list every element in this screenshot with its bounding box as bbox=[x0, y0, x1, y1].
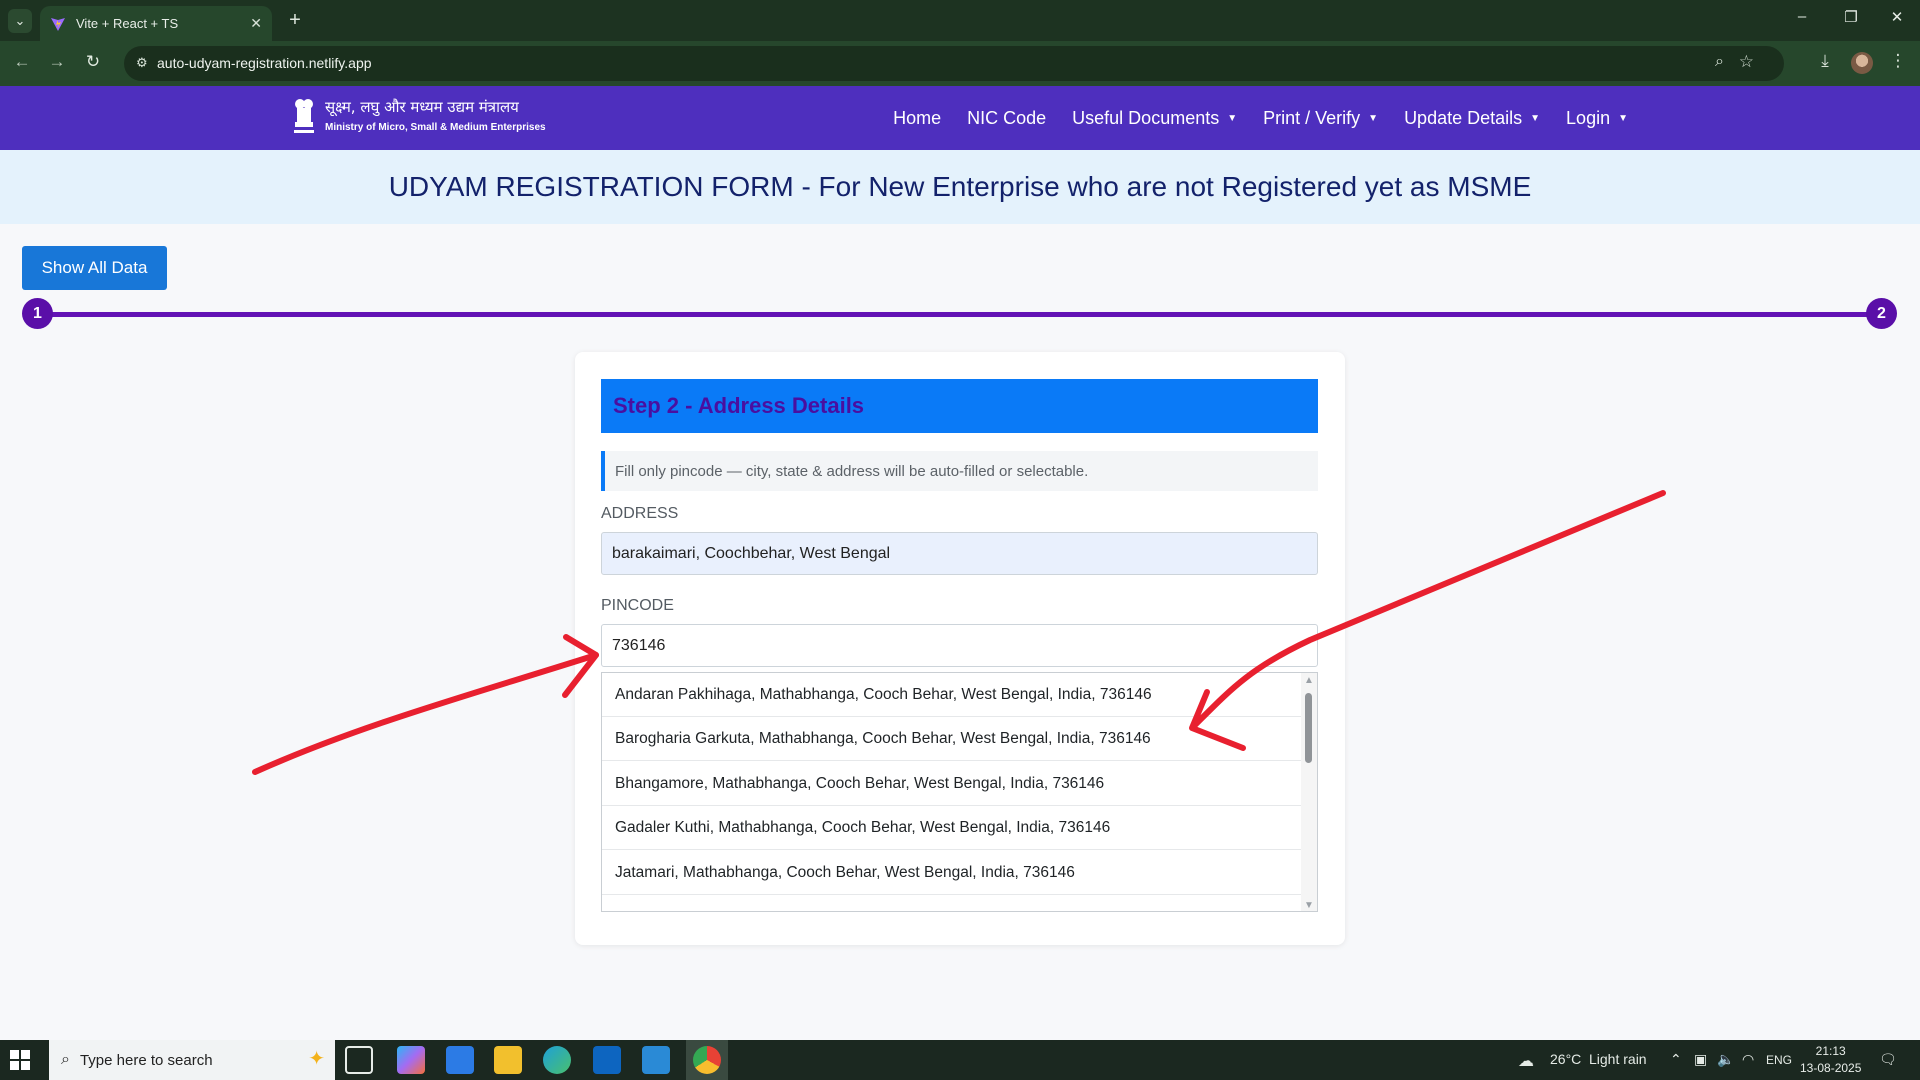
site-header: सूक्ष्म, लघु और मध्यम उद्यम मंत्रालय Min… bbox=[0, 86, 1920, 150]
search-icon: ⌕ bbox=[61, 1051, 70, 1068]
show-all-data-button[interactable]: Show All Data bbox=[22, 246, 167, 290]
step-1-indicator[interactable]: 1 bbox=[22, 298, 53, 329]
taskbar-search[interactable]: ⌕ Type here to search ✦ bbox=[49, 1040, 335, 1080]
main-nav: Home NIC Code Useful Documents ▼ Print / … bbox=[893, 86, 1628, 150]
volume-icon[interactable]: 🔈 bbox=[1717, 1051, 1734, 1068]
notification-icon[interactable]: 🗨 bbox=[1879, 1051, 1897, 1068]
browser-tabstrip: ⌄ Vite + React + TS ✕ + – ❐ ✕ bbox=[0, 0, 1920, 41]
close-window-button[interactable]: ✕ bbox=[1882, 8, 1912, 26]
windows-start-icon[interactable] bbox=[10, 1050, 30, 1070]
clock[interactable]: 21:13 13-08-2025 bbox=[1800, 1043, 1861, 1077]
bookmark-star-icon[interactable]: ☆ bbox=[1739, 52, 1754, 72]
scroll-down-icon[interactable]: ▼ bbox=[1304, 900, 1314, 911]
site-info-icon[interactable]: ⚙ bbox=[136, 55, 148, 71]
step-title: Step 2 - Address Details bbox=[613, 393, 865, 418]
vscode-icon[interactable] bbox=[642, 1046, 670, 1074]
nav-update-details[interactable]: Update Details ▼ bbox=[1404, 108, 1540, 129]
copilot-icon[interactable] bbox=[397, 1046, 425, 1074]
forward-arrow-icon[interactable]: → bbox=[45, 52, 69, 72]
step-progress-bar bbox=[38, 312, 1884, 317]
nav-useful-documents-label: Useful Documents bbox=[1072, 107, 1220, 128]
weather-temp[interactable]: 26°C bbox=[1550, 1051, 1581, 1067]
nav-nic-code[interactable]: NIC Code bbox=[967, 108, 1046, 129]
nav-print-verify[interactable]: Print / Verify ▼ bbox=[1263, 108, 1378, 129]
menu-kebab-icon[interactable]: ⋮ bbox=[1885, 51, 1911, 71]
url-text: auto-udyam-registration.netlify.app bbox=[157, 55, 372, 71]
tab-close-icon[interactable]: ✕ bbox=[250, 15, 262, 32]
nav-login[interactable]: Login ▼ bbox=[1566, 108, 1628, 129]
browser-toolbar: ← → ↻ ⚙ auto-udyam-registration.netlify.… bbox=[0, 41, 1920, 86]
back-arrow-icon[interactable]: ← bbox=[10, 52, 34, 72]
suggestion-option[interactable]: Gadaler Kuthi, Mathabhanga, Cooch Behar,… bbox=[602, 806, 1302, 850]
form-hint: Fill only pincode — city, state & addres… bbox=[601, 451, 1318, 491]
tab-title: Vite + React + TS bbox=[76, 16, 179, 31]
weather-desc[interactable]: Light rain bbox=[1589, 1051, 1647, 1067]
pincode-field[interactable]: 736146 bbox=[601, 624, 1318, 667]
step-2-indicator[interactable]: 2 bbox=[1866, 298, 1897, 329]
national-emblem-icon bbox=[294, 99, 314, 133]
nav-print-verify-label: Print / Verify bbox=[1263, 107, 1361, 128]
sparkle-icon: ✦ bbox=[308, 1048, 325, 1070]
edge-icon[interactable] bbox=[543, 1046, 571, 1074]
nav-home-label: Home bbox=[893, 107, 942, 128]
meet-now-icon[interactable]: ▣ bbox=[1694, 1051, 1707, 1068]
clock-time: 21:13 bbox=[1815, 1044, 1846, 1058]
nav-update-details-label: Update Details bbox=[1404, 107, 1523, 128]
suggestion-option[interactable]: Jatamari, Mathabhanga, Cooch Behar, West… bbox=[602, 851, 1302, 895]
caret-down-icon: ▼ bbox=[1530, 112, 1541, 124]
browser-tab[interactable]: Vite + React + TS ✕ bbox=[40, 6, 272, 41]
nav-login-label: Login bbox=[1566, 107, 1611, 128]
zoom-icon[interactable]: ⌕ bbox=[1715, 53, 1724, 71]
dropdown-scrollbar[interactable]: ▲ ▼ bbox=[1301, 673, 1317, 911]
caret-down-icon: ▼ bbox=[1368, 112, 1379, 124]
file-explorer-icon[interactable] bbox=[494, 1046, 522, 1074]
profile-avatar[interactable] bbox=[1851, 52, 1873, 74]
reload-icon[interactable]: ↻ bbox=[81, 52, 105, 72]
nav-home[interactable]: Home bbox=[893, 108, 941, 129]
windows-taskbar: ⌕ Type here to search ✦ ☁ 26°C Light rai… bbox=[0, 1040, 1920, 1080]
wifi-icon[interactable]: ◠ bbox=[1742, 1051, 1754, 1068]
annotation-arrow-left bbox=[252, 652, 599, 775]
address-field[interactable]: barakaimari, Coochbehar, West Bengal bbox=[601, 532, 1318, 575]
ministry-logo-hindi: सूक्ष्म, लघु और मध्यम उद्यम मंत्रालय bbox=[325, 98, 519, 116]
address-label: ADDRESS bbox=[601, 505, 679, 522]
page-title: UDYAM REGISTRATION FORM - For New Enterp… bbox=[388, 171, 1532, 202]
minimize-button[interactable]: – bbox=[1787, 8, 1817, 25]
nav-nic-code-label: NIC Code bbox=[967, 107, 1047, 128]
address-bar[interactable]: ⚙ auto-udyam-registration.netlify.app ⌕ … bbox=[124, 46, 1784, 81]
task-view-icon[interactable] bbox=[345, 1046, 373, 1074]
tray-chevron-icon[interactable]: ⌃ bbox=[1670, 1051, 1682, 1068]
vite-favicon-icon bbox=[51, 17, 65, 31]
caret-down-icon: ▼ bbox=[1227, 112, 1238, 124]
pincode-suggestions-dropdown[interactable]: Andaran Pakhihaga, Mathabhanga, Cooch Be… bbox=[601, 672, 1318, 912]
nav-useful-documents[interactable]: Useful Documents ▼ bbox=[1072, 108, 1237, 129]
suggestion-option[interactable]: Bhangamore, Mathabhanga, Cooch Behar, We… bbox=[602, 762, 1302, 806]
suggestion-option[interactable]: Barogharia Garkuta, Mathabhanga, Cooch B… bbox=[602, 717, 1302, 761]
taskbar-search-placeholder: Type here to search bbox=[79, 1051, 213, 1069]
suggestion-option[interactable]: Andaran Pakhihaga, Mathabhanga, Cooch Be… bbox=[602, 673, 1302, 717]
restore-button[interactable]: ❐ bbox=[1836, 8, 1866, 26]
language-indicator[interactable]: ENG bbox=[1766, 1053, 1792, 1067]
new-tab-button[interactable]: + bbox=[283, 9, 307, 32]
scroll-thumb[interactable] bbox=[1305, 693, 1312, 763]
ministry-logo-english: Ministry of Micro, Small & Medium Enterp… bbox=[325, 122, 546, 133]
chrome-icon[interactable] bbox=[693, 1046, 721, 1074]
step-header: Step 2 - Address Details bbox=[601, 379, 1318, 433]
weather-cloud-icon[interactable]: ☁ bbox=[1518, 1051, 1534, 1071]
pincode-label: PINCODE bbox=[601, 597, 674, 614]
suggestion-option-partial[interactable] bbox=[602, 895, 1302, 911]
caret-down-icon: ▼ bbox=[1618, 112, 1628, 124]
download-icon[interactable]: ⤓ bbox=[1812, 51, 1838, 71]
outlook-icon[interactable] bbox=[593, 1046, 621, 1074]
clock-date: 13-08-2025 bbox=[1800, 1061, 1862, 1075]
tab-search-chevron-icon[interactable]: ⌄ bbox=[8, 9, 32, 33]
form-banner: UDYAM REGISTRATION FORM - For New Enterp… bbox=[0, 150, 1920, 224]
store-icon[interactable] bbox=[446, 1046, 474, 1074]
scroll-up-icon[interactable]: ▲ bbox=[1304, 675, 1314, 686]
